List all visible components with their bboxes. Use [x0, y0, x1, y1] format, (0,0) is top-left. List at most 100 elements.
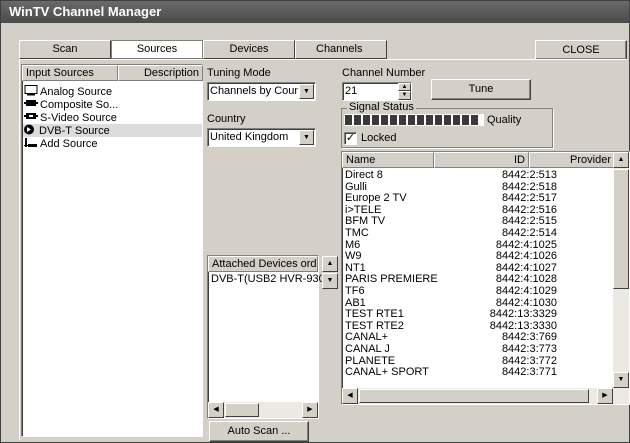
scroll-up-icon[interactable]: ▲ [613, 152, 629, 168]
scroll-left-icon[interactable]: ◀ [342, 388, 358, 404]
quality-segment [417, 115, 424, 125]
tab-sources[interactable]: Sources [111, 40, 203, 59]
quality-segment [354, 115, 361, 125]
column-header-input-sources[interactable]: Input Sources [22, 65, 118, 81]
channel-name: W9 [345, 250, 362, 263]
quality-segment [390, 115, 397, 125]
horizontal-scrollbar[interactable]: ◀ ▶ [342, 388, 629, 404]
channel-row[interactable]: W9 8442:4:1026 [342, 251, 615, 263]
tab-channels[interactable]: Channels [295, 40, 387, 59]
tune-button[interactable]: Tune [431, 79, 531, 100]
vertical-scrollbar[interactable]: ▲ ▼ [613, 152, 629, 388]
tab-scan[interactable]: Scan [19, 40, 111, 59]
quality-segment [426, 115, 433, 125]
channel-name: BFM TV [345, 215, 386, 228]
quality-segment [444, 115, 451, 125]
channel-row[interactable]: PARIS PREMIERE 8442:4:1028 [342, 274, 615, 286]
move-down-button[interactable]: ▼ [322, 273, 338, 289]
channel-row[interactable]: TEST RTE1 8442:13:3329 [342, 309, 615, 321]
scroll-right-icon[interactable]: ▶ [302, 402, 318, 418]
column-header-id[interactable]: ID [434, 152, 529, 168]
quality-segment [471, 115, 478, 125]
channel-id: 8442:2:513 [501, 170, 557, 181]
tab-devices[interactable]: Devices [203, 40, 295, 59]
tv-icon [24, 85, 38, 96]
locked-label: Locked [361, 132, 397, 144]
attached-devices-header: Attached Devices order [208, 256, 318, 272]
source-item-svideo[interactable]: S-Video Source [24, 111, 117, 124]
source-item-dvbt[interactable]: DVB-T Source [23, 124, 202, 137]
tuning-mode-value: Channels by Country [210, 85, 298, 97]
channel-row[interactable]: M6 8442:4:1025 [342, 238, 615, 252]
chevron-down-icon[interactable]: ▼ [299, 84, 314, 99]
add-source-item[interactable]: Add Source [24, 137, 97, 150]
scrollbar-thumb[interactable] [225, 403, 259, 417]
move-up-button[interactable]: ▲ [322, 256, 338, 272]
source-label: S-Video Source [40, 112, 117, 124]
channel-rows: Direct 8 8442:2:513 Gulli 8442:2:518 Europe … [342, 170, 615, 390]
channel-name: NT1 [345, 261, 366, 274]
channel-row[interactable]: TMC 8442:2:514 [342, 228, 615, 240]
horizontal-scrollbar[interactable]: ◀ ▶ [208, 402, 318, 418]
channel-name: i>TELE [345, 203, 382, 216]
channel-row[interactable]: BFM TV 8442:2:515 [342, 216, 615, 228]
scroll-left-icon[interactable]: ◀ [208, 402, 224, 418]
scrollbar-thumb[interactable] [359, 389, 589, 403]
channel-id: 8442:2:515 [501, 215, 557, 228]
channel-name: Direct 8 [345, 170, 383, 181]
channel-id: 8442:13:3329 [489, 308, 557, 321]
attached-device-item[interactable]: DVB-T(USB2 HVR-930) [211, 273, 328, 285]
window-title: WinTV Channel Manager [1, 1, 629, 23]
locked-checkbox[interactable]: ✓ [344, 132, 357, 145]
channel-row[interactable]: CANAL+ SPORT 8442:3:771 [342, 367, 615, 379]
quality-segment [381, 115, 388, 125]
quality-segment [345, 115, 352, 125]
quality-segment [408, 115, 415, 125]
column-header-name[interactable]: Name [342, 152, 434, 168]
channel-row[interactable]: CANAL J 8442:3:773 [342, 344, 615, 356]
channel-list: Name ID Provider Direct 8 8442:2:513 Gulli… [341, 151, 630, 405]
attached-devices-list: Attached Devices order DVB-T(USB2 HVR-93… [207, 255, 328, 419]
channel-row[interactable]: Direct 8 8442:2:513 [342, 170, 615, 182]
svideo-icon [24, 111, 38, 122]
source-item-composite[interactable]: Composite So... [24, 98, 118, 111]
quality-segment [453, 115, 460, 125]
channel-id: 8442:2:518 [501, 180, 557, 193]
scroll-right-icon[interactable]: ▶ [597, 388, 613, 404]
column-header-provider[interactable]: Provider [529, 152, 615, 168]
channel-number-input[interactable]: 21 ▲ ▼ [342, 82, 412, 101]
column-header-description[interactable]: Description [118, 65, 203, 81]
close-button[interactable]: CLOSE [535, 40, 627, 60]
add-source-icon [24, 137, 38, 148]
channel-name: CANAL J [345, 343, 390, 355]
spin-down-icon[interactable]: ▼ [398, 91, 411, 100]
source-label: Analog Source [40, 86, 113, 98]
channel-row[interactable]: Europe 2 TV 8442:2:517 [342, 193, 615, 205]
channel-row[interactable]: TF6 8442:4:1029 [342, 286, 615, 298]
chevron-down-icon[interactable]: ▼ [299, 130, 314, 145]
scrollbar-thumb[interactable] [613, 169, 629, 289]
channel-id: 8442:4:1029 [495, 285, 557, 297]
quality-segment [399, 115, 406, 125]
signal-status-title: Signal Status [347, 101, 416, 113]
channel-name: TEST RTE1 [345, 308, 404, 321]
scroll-down-icon[interactable]: ▼ [613, 372, 629, 388]
channel-id: 8442:3:772 [501, 354, 557, 367]
channel-id: 8442:13:3330 [489, 319, 557, 332]
tuning-mode-select[interactable]: Channels by Country ▼ [207, 82, 316, 101]
tuning-mode-label: Tuning Mode [207, 67, 271, 79]
source-item-analog[interactable]: Analog Source [24, 85, 112, 98]
country-select[interactable]: United Kingdom ▼ [207, 128, 316, 147]
auto-scan-button[interactable]: Auto Scan ... [209, 421, 309, 442]
channel-id: 8442:4:1028 [495, 273, 557, 286]
channel-name: CANAL+ SPORT [345, 366, 429, 379]
channel-name: PARIS PREMIERE [345, 273, 438, 286]
channel-name: M6 [345, 238, 361, 251]
quality-segment [462, 115, 469, 125]
source-label: Composite So... [40, 99, 119, 111]
quality-meter [344, 114, 484, 126]
spin-up-icon[interactable]: ▲ [398, 83, 411, 91]
channel-name: Gulli [345, 180, 368, 193]
quality-label: Quality [487, 114, 522, 126]
channel-number-label: Channel Number [342, 67, 426, 79]
